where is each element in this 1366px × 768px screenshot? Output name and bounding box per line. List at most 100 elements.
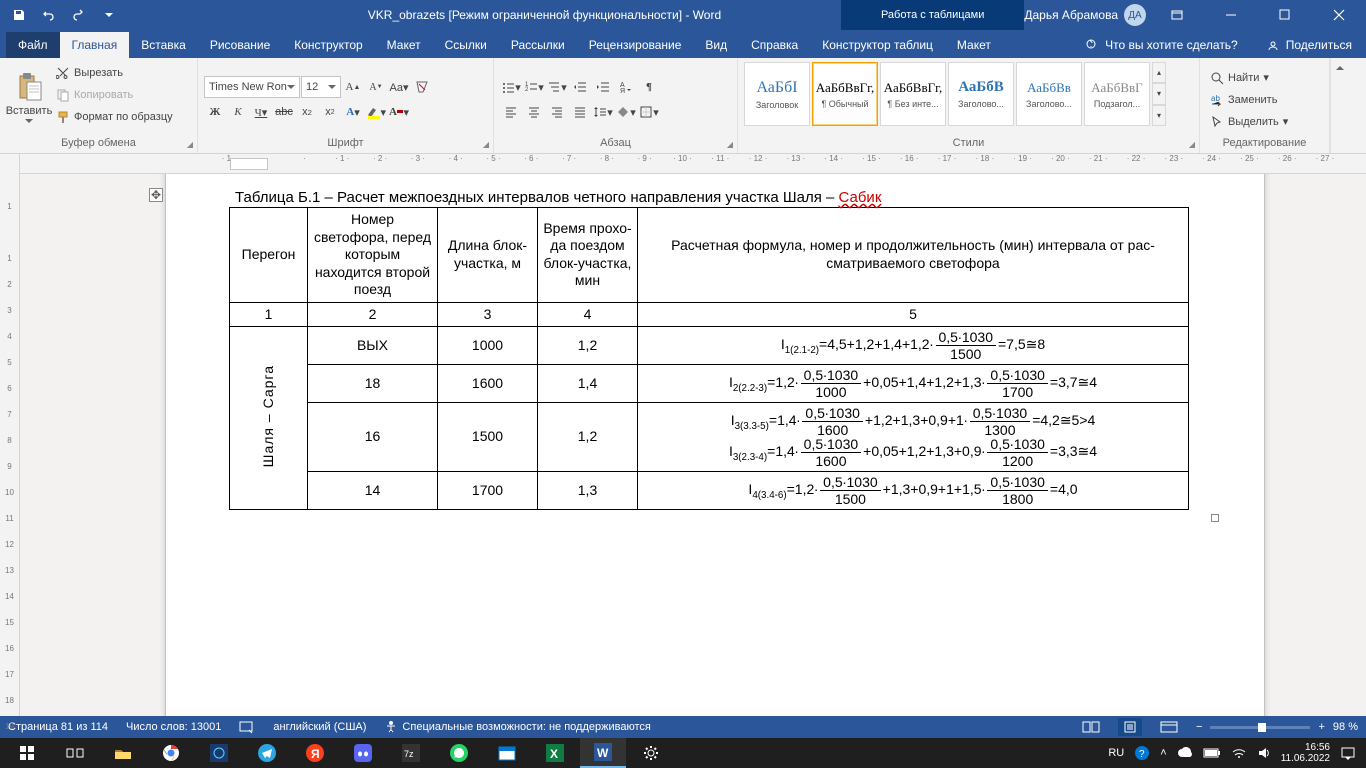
format-painter-button[interactable]: Формат по образцу — [52, 106, 177, 128]
view-web-icon[interactable] — [1160, 720, 1178, 734]
table-resize-handle-icon[interactable] — [1211, 514, 1219, 522]
settings-icon[interactable] — [628, 738, 674, 768]
chrome-icon[interactable] — [148, 738, 194, 768]
text-effects-icon[interactable]: A▾ — [342, 101, 364, 123]
word-count[interactable]: Число слов: 13001 — [126, 721, 221, 733]
word-icon[interactable]: W — [580, 738, 626, 768]
zoom-slider[interactable] — [1210, 726, 1310, 729]
tab-layout[interactable]: Макет — [375, 32, 433, 58]
numbering-icon[interactable]: 12▾ — [523, 76, 545, 98]
justify-icon[interactable] — [569, 101, 591, 123]
redo-icon[interactable] — [64, 1, 94, 29]
shading-icon[interactable]: ▾ — [615, 101, 637, 123]
qat-more-icon[interactable] — [94, 1, 124, 29]
tray-volume-icon[interactable] — [1257, 746, 1271, 760]
whatsapp-icon[interactable] — [436, 738, 482, 768]
tray-battery-icon[interactable] — [1203, 748, 1221, 758]
tab-table-layout[interactable]: Макет — [945, 32, 1003, 58]
style-heading1[interactable]: АаБбВЗаголово... — [948, 62, 1014, 126]
discord-icon[interactable] — [340, 738, 386, 768]
subscript-icon[interactable]: x2 — [296, 101, 318, 123]
dec-indent-icon[interactable] — [569, 76, 591, 98]
zoom-in-icon[interactable]: + — [1318, 721, 1324, 733]
change-case-icon[interactable]: Aa▾ — [388, 76, 410, 98]
tab-references[interactable]: Ссылки — [433, 32, 499, 58]
tray-cloud-icon[interactable] — [1177, 747, 1193, 759]
tray-lang[interactable]: RU — [1108, 747, 1124, 759]
task-view-icon[interactable] — [52, 738, 98, 768]
zoom-out-icon[interactable]: − — [1196, 721, 1202, 733]
find-button[interactable]: Найти▾ — [1206, 67, 1273, 89]
tab-draw[interactable]: Рисование — [198, 32, 282, 58]
line-spacing-icon[interactable]: ▾ — [592, 101, 614, 123]
bold-icon[interactable]: Ж — [204, 101, 226, 123]
select-button[interactable]: Выделить▾ — [1206, 111, 1292, 133]
align-right-icon[interactable] — [546, 101, 568, 123]
spellcheck-icon[interactable] — [239, 720, 255, 734]
superscript-icon[interactable]: x2 — [319, 101, 341, 123]
calendar-icon[interactable] — [484, 738, 530, 768]
view-print-icon[interactable] — [1118, 718, 1142, 736]
style-subtitle[interactable]: АаБбВвГПодзагол... — [1084, 62, 1150, 126]
save-icon[interactable] — [4, 1, 34, 29]
multilevel-icon[interactable]: ▾ — [546, 76, 568, 98]
dialog-launcher-icon[interactable]: ◢ — [187, 140, 193, 149]
tab-design[interactable]: Конструктор — [282, 32, 374, 58]
minimize-icon[interactable] — [1208, 0, 1254, 30]
table-move-handle-icon[interactable]: ✥ — [149, 188, 163, 202]
bullets-icon[interactable]: ▾ — [500, 76, 522, 98]
dialog-launcher-icon[interactable]: ◢ — [727, 140, 733, 149]
zoom-level[interactable]: 98 % — [1333, 721, 1358, 733]
tray-help-icon[interactable]: ? — [1134, 745, 1150, 761]
language-indicator[interactable]: английский (США) — [273, 721, 366, 733]
tab-review[interactable]: Рецензирование — [577, 32, 694, 58]
dialog-launcher-icon[interactable]: ◢ — [1189, 140, 1195, 149]
underline-icon[interactable]: Ч▾ — [250, 101, 272, 123]
view-read-icon[interactable] — [1082, 720, 1100, 734]
tell-me[interactable]: Что вы хотите сделать? — [1071, 32, 1252, 58]
tab-help[interactable]: Справка — [739, 32, 810, 58]
tab-home[interactable]: Главная — [60, 32, 130, 58]
app-icon[interactable] — [196, 738, 242, 768]
accessibility-indicator[interactable]: Специальные возможности: не поддерживают… — [384, 720, 650, 734]
excel-icon[interactable]: X — [532, 738, 578, 768]
style-heading[interactable]: АаБбІЗаголовок — [744, 62, 810, 126]
user-avatar[interactable]: ДА — [1124, 4, 1146, 26]
tab-insert[interactable]: Вставка — [129, 32, 198, 58]
style-heading2[interactable]: АаБбВвЗаголово... — [1016, 62, 1082, 126]
tab-file[interactable]: Файл — [6, 32, 60, 58]
italic-icon[interactable]: К — [227, 101, 249, 123]
horizontal-ruler[interactable]: · 1 ···· 1 ·· 2 ·· 3 ·· 4 ·· 5 ·· 6 ·· 7… — [20, 154, 1366, 174]
undo-icon[interactable] — [34, 1, 64, 29]
highlight-icon[interactable]: ▾ — [365, 101, 387, 123]
explorer-icon[interactable] — [100, 738, 146, 768]
style-no-spacing[interactable]: АаБбВвГг,¶ Без инте... — [880, 62, 946, 126]
grow-font-icon[interactable]: A▲ — [342, 76, 364, 98]
cut-button[interactable]: Вырезать — [52, 62, 177, 84]
dialog-launcher-icon[interactable]: ◢ — [483, 140, 489, 149]
vertical-ruler[interactable]: 112345678910111213141516171819 — [0, 154, 20, 716]
gallery-down-icon[interactable]: ▾ — [1152, 83, 1166, 104]
font-size-combo[interactable]: 12 — [301, 76, 341, 98]
shrink-font-icon[interactable]: A▼ — [365, 76, 387, 98]
tray-clock[interactable]: 16:5611.06.2022 — [1281, 742, 1330, 764]
close-icon[interactable] — [1316, 0, 1362, 30]
maximize-icon[interactable] — [1262, 0, 1308, 30]
inc-indent-icon[interactable] — [592, 76, 614, 98]
paste-button[interactable]: Вставить — [6, 62, 52, 132]
tray-wifi-icon[interactable] — [1231, 747, 1247, 759]
collapse-ribbon-icon[interactable] — [1330, 58, 1348, 153]
borders-icon[interactable]: ▾ — [638, 101, 660, 123]
page-indicator[interactable]: Страница 81 из 114 — [8, 721, 108, 733]
strike-icon[interactable]: abc — [273, 101, 295, 123]
align-center-icon[interactable] — [523, 101, 545, 123]
show-marks-icon[interactable]: ¶ — [638, 76, 660, 98]
tray-notifications-icon[interactable] — [1340, 745, 1356, 761]
tab-view[interactable]: Вид — [693, 32, 739, 58]
tab-table-design[interactable]: Конструктор таблиц — [810, 32, 945, 58]
share-button[interactable]: Поделиться — [1252, 32, 1366, 58]
font-color-icon[interactable]: A▾ — [388, 101, 410, 123]
replace-button[interactable]: abЗаменить — [1206, 89, 1281, 111]
clear-format-icon[interactable] — [411, 76, 433, 98]
sort-icon[interactable]: AЯ — [615, 76, 637, 98]
